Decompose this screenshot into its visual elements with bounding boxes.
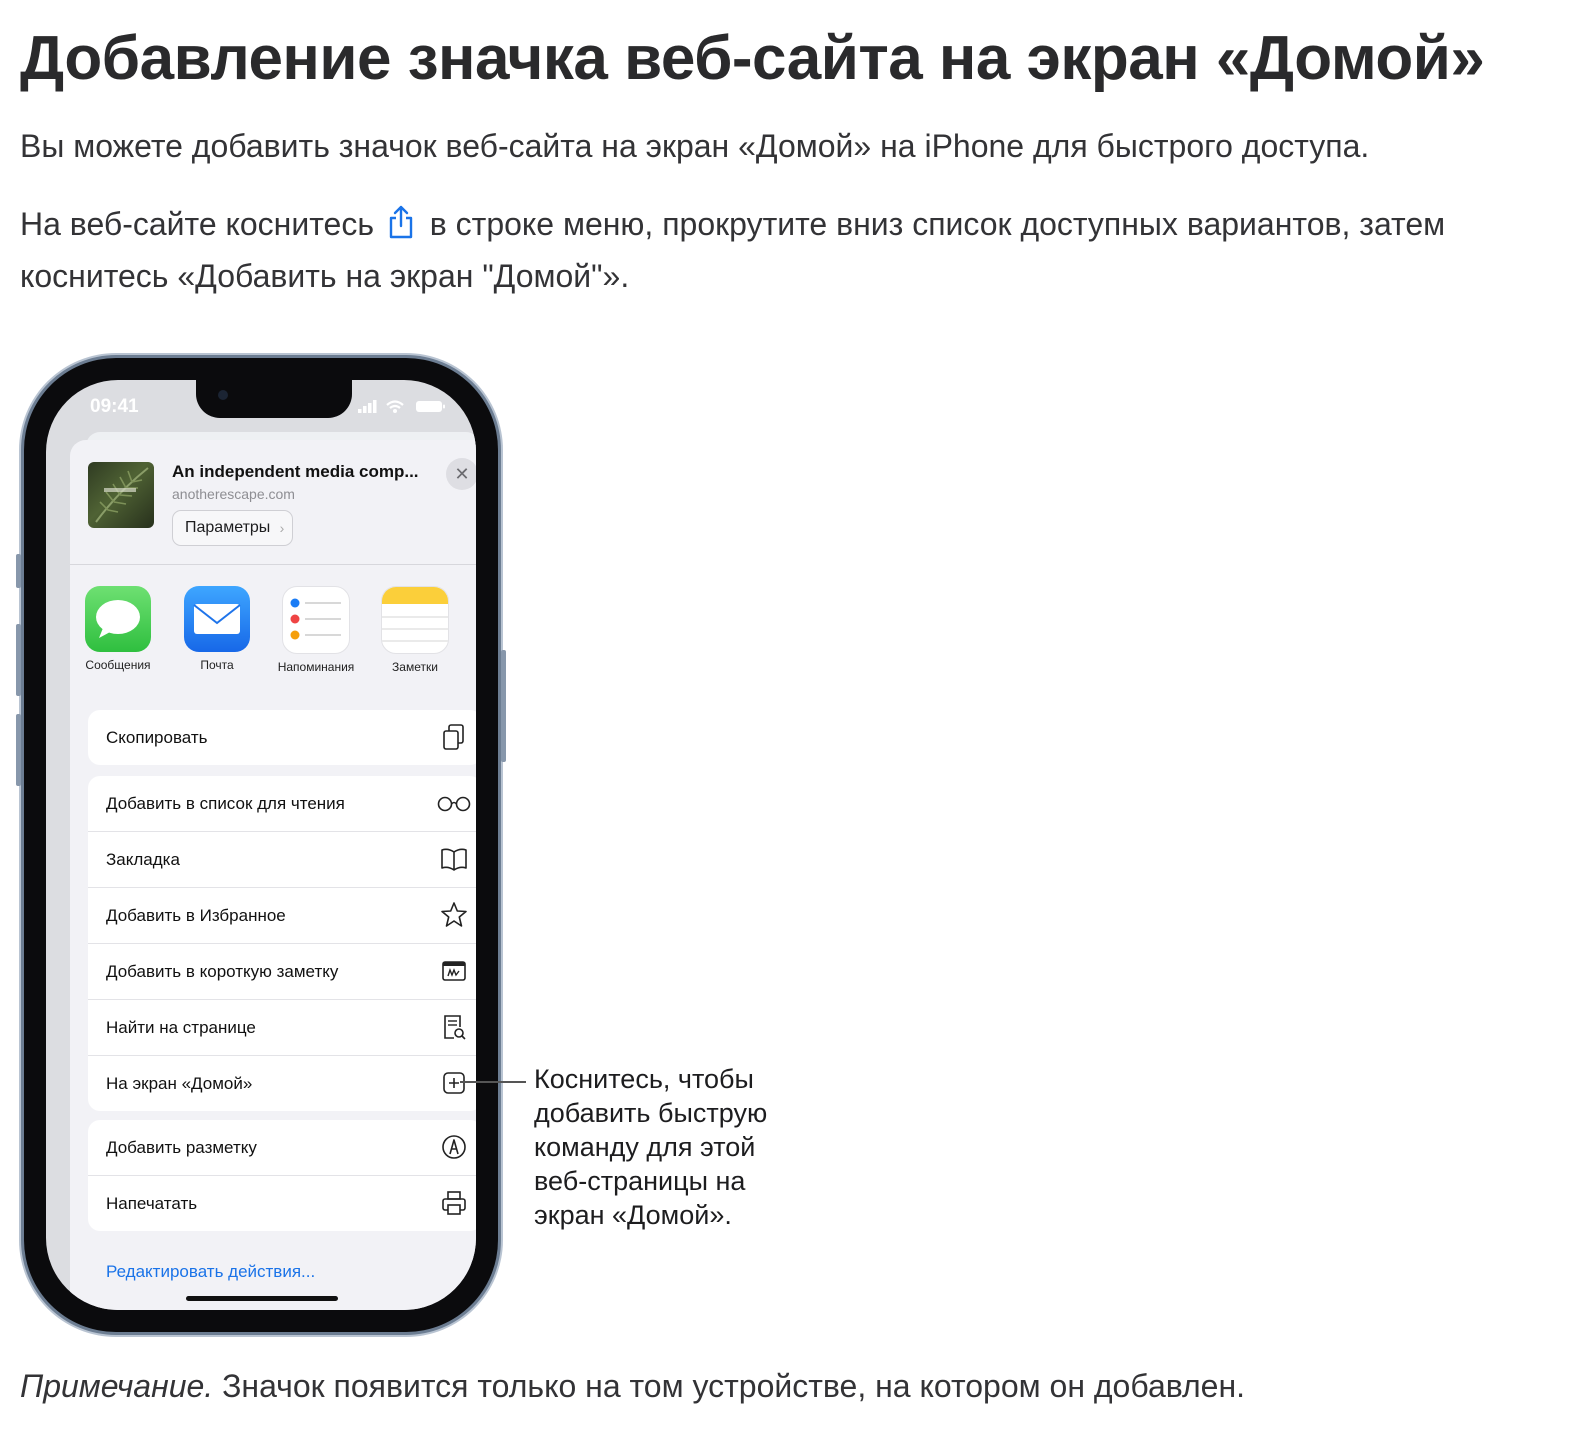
options-button[interactable]: Параметры › [172,510,294,546]
book-icon [441,848,467,871]
action-label: Скопировать [106,728,208,747]
share-sheet: An independent media comp... anotheresca… [70,440,476,1310]
action-label: Добавить в короткую заметку [106,962,339,981]
printer-icon [442,1191,466,1215]
site-thumbnail [88,462,154,528]
action-group-main: Добавить в список для чтения Закладка До… [88,776,476,1111]
app-notes[interactable]: Заметки [365,586,465,674]
action-favorites[interactable]: Добавить в Избранное [88,888,476,944]
action-quick-note[interactable]: Добавить в короткую заметку [88,944,476,1000]
instruction-before: На веб-сайте коснитесь [20,206,374,242]
action-find-on-page[interactable]: Найти на странице [88,1000,476,1056]
phone-screen: 09:41 An independent media comp... anoth… [46,380,476,1310]
action-label: Добавить в Избранное [106,906,286,925]
action-label: На экран «Домой» [106,1074,253,1093]
status-time: 09:41 [90,396,139,417]
chevron-right-icon: › [279,520,285,536]
close-button[interactable]: ✕ [446,458,476,490]
app-label: Напоминания [277,660,355,674]
camera-icon [218,390,228,400]
status-icons [358,400,445,413]
note-label: Примечание. [20,1368,214,1404]
silent-switch [16,554,21,588]
action-reading-list[interactable]: Добавить в список для чтения [88,776,476,832]
notes-icon [381,586,449,654]
action-copy[interactable]: Скопировать [88,710,476,765]
app-books[interactable]: К [464,586,476,672]
action-group-other: Добавить разметку Напечатать [88,1120,476,1231]
app-label: Заметки [392,660,438,674]
action-label: Напечатать [106,1194,198,1213]
intro-text: Вы можете добавить значок веб-сайта на э… [20,128,1370,164]
divider [70,564,476,565]
glasses-icon [437,796,471,812]
page-title: Добавление значка веб-сайта на экран «До… [20,24,1485,93]
mail-icon [184,586,250,652]
reminders-icon [282,586,350,654]
action-label: Закладка [106,850,180,869]
share-icon [389,205,413,239]
app-mail[interactable]: Почта [167,586,267,672]
edit-actions-link[interactable]: Редактировать действия... [106,1262,315,1282]
options-label: Параметры [185,519,271,536]
note: Примечание. Значок появится только на то… [20,1364,1245,1408]
app-messages[interactable]: Сообщения [70,586,168,672]
site-url: anotherescape.com [172,486,295,502]
action-bookmark[interactable]: Закладка [88,832,476,888]
volume-down-button [16,714,21,786]
action-print[interactable]: Напечатать [88,1176,476,1231]
find-on-page-icon [444,1015,466,1040]
home-indicator [186,1296,338,1301]
add-square-icon [443,1072,465,1094]
app-reminders[interactable]: Напоминания [266,586,366,674]
note-text: Значок появится только на том устройстве… [213,1368,1246,1404]
action-label: Добавить в список для чтения [106,794,345,813]
app-row: Сообщения Почта Напоминания Заметки [70,586,476,686]
site-title: An independent media comp... [172,462,419,481]
messages-icon [85,586,151,652]
quick-note-icon [442,961,466,981]
action-label: Добавить разметку [106,1138,257,1157]
action-markup[interactable]: Добавить разметку [88,1120,476,1176]
markup-icon [442,1135,466,1159]
instruction-text: На веб-сайте коснитесь в строке меню, пр… [20,198,1580,302]
volume-up-button [16,624,21,696]
copy-icon [443,724,464,750]
iphone-illustration: 09:41 An independent media comp... anoth… [16,358,506,1332]
app-label: Почта [200,658,234,672]
star-icon [441,902,467,927]
close-icon: ✕ [454,464,470,484]
callout-text: Коснитесь, чтобы добавить быструю команд… [534,1064,768,1230]
callout-line [460,1081,526,1083]
action-label: Найти на странице [106,1018,256,1037]
power-button [501,650,506,762]
action-add-to-home-screen[interactable]: На экран «Домой» [88,1056,476,1111]
action-group-copy: Скопировать [88,710,476,765]
app-label: Сообщения [85,658,151,672]
app-label: К [464,658,476,672]
